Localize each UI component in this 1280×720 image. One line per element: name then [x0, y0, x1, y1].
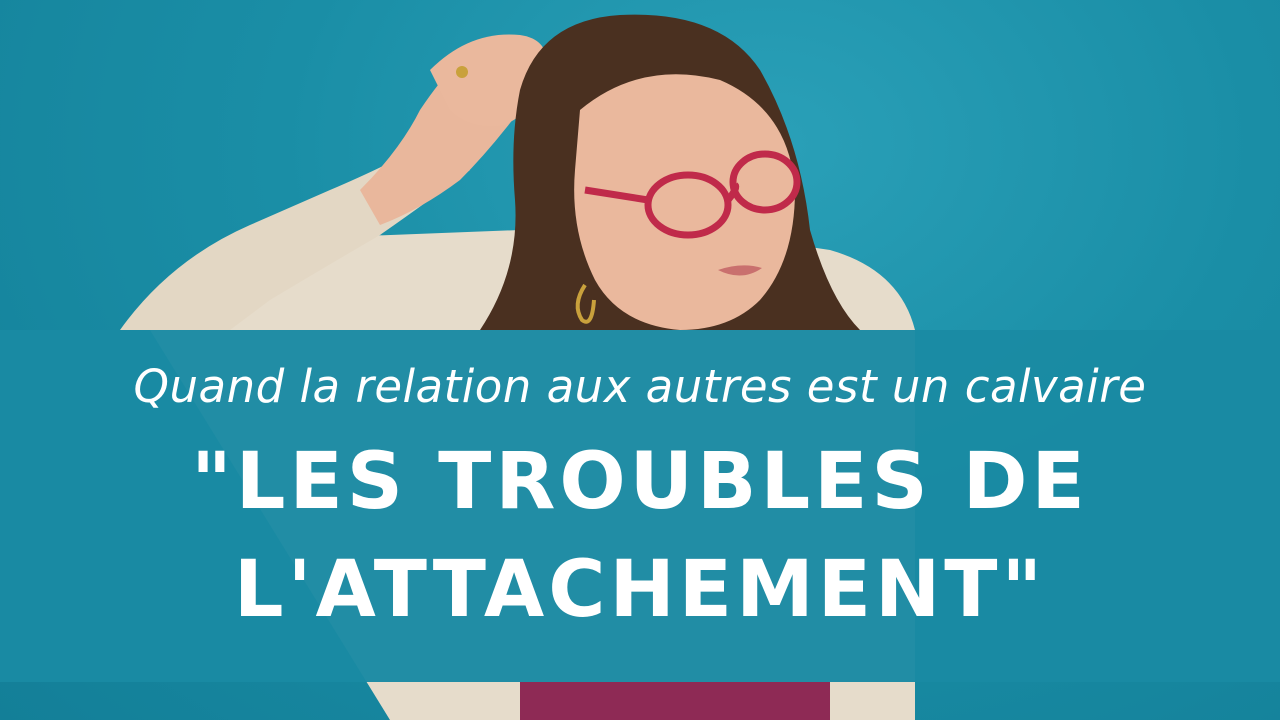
headline-line-1: "LES TROUBLES DE — [191, 437, 1089, 527]
face — [574, 74, 795, 331]
subtitle-text: Quand la relation aux autres est un calv… — [133, 360, 1147, 413]
headline: "LES TROUBLES DE L'ATTACHEMENT" — [0, 428, 1280, 644]
headline-line-2: L'ATTACHEMENT" — [233, 545, 1047, 635]
ring — [456, 66, 468, 78]
shirt — [520, 682, 830, 720]
